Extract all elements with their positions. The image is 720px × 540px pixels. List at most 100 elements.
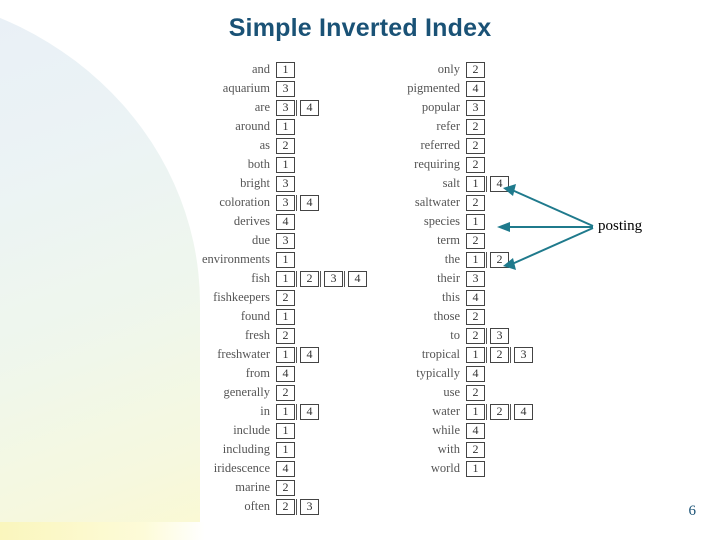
posting-cell: 3 bbox=[300, 498, 319, 515]
posting-list: 1 bbox=[466, 213, 486, 230]
index-row: refer 2 bbox=[340, 117, 580, 136]
posting-cell: 1 bbox=[276, 422, 295, 439]
index-term: the bbox=[444, 252, 460, 267]
index-term: saltwater bbox=[414, 195, 460, 210]
index-term: as bbox=[259, 138, 270, 153]
posting-list: 1 bbox=[276, 61, 296, 78]
index-term: typically bbox=[416, 366, 460, 381]
posting-list: 23 bbox=[466, 327, 510, 344]
index-row: water 1 2 4 bbox=[340, 402, 580, 421]
index-row: referred 2 bbox=[340, 136, 580, 155]
posting-cell: 1 bbox=[276, 118, 295, 135]
index-term: use bbox=[443, 385, 460, 400]
posting-cell: 3 bbox=[276, 99, 295, 116]
posting-link-icon bbox=[320, 270, 323, 287]
index-term: term bbox=[437, 233, 460, 248]
posting-cell: 4 bbox=[276, 213, 295, 230]
posting-list: 3 bbox=[276, 232, 296, 249]
slide: Simple Inverted Index and 1 aquarium 3 are 3 4… bbox=[0, 0, 720, 540]
index-term: generally bbox=[223, 385, 270, 400]
index-term: iridescence bbox=[213, 461, 270, 476]
posting-cell: 4 bbox=[466, 365, 485, 382]
index-row: while 4 bbox=[340, 421, 580, 440]
posting-cell: 4 bbox=[300, 194, 319, 211]
index-row: their 3 bbox=[340, 269, 580, 288]
index-column-right: only 2 pigmented 4 popular 3 refer 2 referred 2 re… bbox=[340, 60, 580, 478]
posting-cell: 1 bbox=[466, 175, 485, 192]
posting-link-icon bbox=[296, 346, 299, 363]
posting-list: 14 bbox=[276, 403, 320, 420]
posting-cell: 2 bbox=[276, 479, 295, 496]
posting-cell: 1 bbox=[466, 460, 485, 477]
posting-list: 2 bbox=[276, 479, 296, 496]
posting-cell: 3 bbox=[276, 80, 295, 97]
posting-link-icon bbox=[296, 270, 299, 287]
index-term: requiring bbox=[414, 157, 460, 172]
posting-list: 4 bbox=[466, 289, 486, 306]
index-term: species bbox=[423, 214, 460, 229]
posting-cell: 3 bbox=[276, 175, 295, 192]
posting-list: 124 bbox=[466, 403, 534, 420]
posting-cell: 1 bbox=[276, 61, 295, 78]
index-term: from bbox=[245, 366, 270, 381]
posting-list: 4 bbox=[276, 460, 296, 477]
index-term: and bbox=[251, 62, 270, 77]
index-row: requiring 2 bbox=[340, 155, 580, 174]
posting-cell: 2 bbox=[300, 270, 319, 287]
posting-cell: 2 bbox=[276, 289, 295, 306]
index-term: tropical bbox=[421, 347, 460, 362]
posting-list: 2 bbox=[466, 156, 486, 173]
index-term: popular bbox=[421, 100, 460, 115]
posting-cell: 2 bbox=[276, 327, 295, 344]
index-row: with 2 bbox=[340, 440, 580, 459]
index-term: derives bbox=[233, 214, 270, 229]
posting-list: 1 bbox=[466, 460, 486, 477]
index-term: include bbox=[233, 423, 270, 438]
posting-cell: 4 bbox=[514, 403, 533, 420]
index-term: freshwater bbox=[217, 347, 270, 362]
index-term: water bbox=[432, 404, 460, 419]
index-row: typically 4 bbox=[340, 364, 580, 383]
posting-link-icon bbox=[510, 346, 513, 363]
posting-cell: 4 bbox=[300, 346, 319, 363]
index-term: with bbox=[437, 442, 460, 457]
posting-cell: 3 bbox=[276, 194, 295, 211]
posting-list: 14 bbox=[466, 175, 510, 192]
posting-list: 34 bbox=[276, 194, 320, 211]
posting-cell: 1 bbox=[466, 213, 485, 230]
posting-cell: 2 bbox=[276, 137, 295, 154]
posting-annotation-label: posting bbox=[598, 218, 643, 234]
posting-cell: 2 bbox=[466, 137, 485, 154]
index-term: fishkeepers bbox=[213, 290, 270, 305]
posting-list: 2 bbox=[276, 137, 296, 154]
posting-cell: 4 bbox=[466, 422, 485, 439]
index-row: salt 1 4 bbox=[340, 174, 580, 193]
posting-link-icon bbox=[486, 175, 489, 192]
posting-cell: 2 bbox=[466, 118, 485, 135]
page-number: 6 bbox=[688, 503, 697, 519]
decorative-background-strip bbox=[0, 522, 205, 540]
index-row: species 1 bbox=[340, 212, 580, 231]
posting-list: 123 bbox=[466, 346, 534, 363]
posting-list: 14 bbox=[276, 346, 320, 363]
posting-cell: 1 bbox=[276, 346, 295, 363]
posting-cell: 2 bbox=[276, 498, 295, 515]
posting-list: 1 bbox=[276, 422, 296, 439]
posting-link-icon bbox=[296, 403, 299, 420]
index-row: those 2 bbox=[340, 307, 580, 326]
index-term: in bbox=[260, 404, 270, 419]
index-term: environments bbox=[201, 252, 270, 267]
posting-list: 2 bbox=[276, 384, 296, 401]
posting-list: 3 bbox=[466, 270, 486, 287]
posting-cell: 1 bbox=[276, 156, 295, 173]
posting-cell: 4 bbox=[466, 289, 485, 306]
posting-link-icon bbox=[486, 251, 489, 268]
posting-cell: 2 bbox=[466, 308, 485, 325]
posting-cell: 1 bbox=[466, 403, 485, 420]
index-term: fish bbox=[251, 271, 270, 286]
index-term: fresh bbox=[245, 328, 270, 343]
posting-list: 2 bbox=[276, 289, 296, 306]
index-term: are bbox=[254, 100, 270, 115]
posting-link-icon bbox=[486, 327, 489, 344]
index-term: this bbox=[441, 290, 460, 305]
